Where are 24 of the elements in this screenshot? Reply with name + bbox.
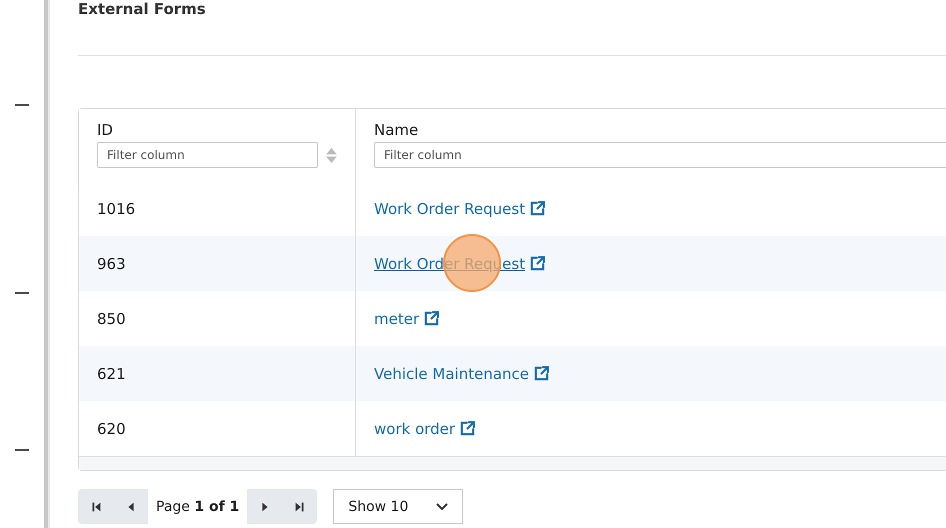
table-cell: 620 (97, 420, 126, 438)
page-size-select[interactable]: Show 10 (333, 489, 464, 524)
chevron-down-icon (436, 502, 448, 510)
form-link[interactable]: work order (374, 420, 476, 438)
external-link-icon (529, 255, 546, 272)
external-link-icon (459, 420, 476, 437)
filter-field[interactable]: Filter column (374, 142, 946, 168)
form-link[interactable]: meter (374, 310, 440, 328)
column-header: Name (374, 121, 420, 139)
table-cell: 963 (97, 254, 126, 272)
last-page-button[interactable] (282, 489, 318, 524)
form-link[interactable]: Work Order Request (374, 200, 546, 218)
external-link-icon (529, 200, 546, 217)
table-cell: 621 (97, 364, 126, 382)
first-page-button[interactable] (78, 489, 113, 524)
external-link-icon (423, 310, 440, 327)
sort-icon[interactable] (326, 148, 337, 162)
page-title: External Forms (78, 0, 946, 56)
form-link[interactable]: Vehicle Maintenance (374, 364, 550, 382)
filter-field[interactable]: Filter column (97, 142, 318, 168)
table-cell: 850 (97, 310, 126, 328)
column-header: ID (97, 121, 114, 139)
external-link-icon (533, 365, 550, 382)
table-cell: 1016 (97, 200, 136, 218)
